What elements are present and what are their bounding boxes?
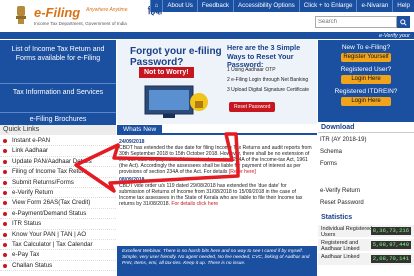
quick-links-list: Instant e-PAN Link Aadhaar Update PAN/Aa… bbox=[0, 136, 116, 272]
download-item[interactable]: ITR (AY 2018-19) bbox=[320, 137, 366, 143]
quick-link-epay-tax[interactable]: e-Pay Tax bbox=[0, 250, 116, 261]
download-item[interactable]: Schema bbox=[320, 149, 342, 155]
registered-user-label: Registered User? bbox=[340, 66, 392, 73]
help-link[interactable]: Help bbox=[392, 0, 414, 12]
quick-link-submit-returns[interactable]: Submit Returns/Forms bbox=[0, 178, 116, 188]
download-item[interactable]: e-Verify Return bbox=[320, 188, 360, 194]
download-header: Download bbox=[318, 124, 414, 133]
e-nivaran-link[interactable]: e-Nivaran bbox=[356, 0, 393, 12]
search-box bbox=[315, 16, 410, 28]
refer-here-link[interactable]: [Refer here] bbox=[229, 169, 256, 175]
bullet-icon bbox=[3, 170, 7, 175]
updates-list: 24/09/2018 CBDT has extended the due dat… bbox=[119, 139, 313, 209]
bullet-icon bbox=[3, 139, 7, 143]
bullet-icon bbox=[3, 201, 7, 206]
bullet-icon bbox=[3, 149, 7, 154]
bullet-icon bbox=[3, 232, 7, 237]
quick-link-itr-status[interactable]: ITR Status bbox=[0, 219, 116, 230]
about-us-link[interactable]: About Us bbox=[162, 0, 197, 12]
tax-info-link[interactable]: Tax Information and Services bbox=[0, 84, 116, 112]
brochures-link[interactable]: e-Filing Brochures bbox=[0, 112, 116, 126]
home-icon[interactable]: ⌂ bbox=[149, 0, 163, 12]
efiling-homepage: e-Filing Anywhere Anytime Income Tax Dep… bbox=[0, 0, 414, 276]
details-link[interactable]: For details click here bbox=[171, 201, 218, 207]
register-button[interactable]: Register Yourself bbox=[341, 53, 391, 62]
quick-links-header: Quick Links bbox=[0, 125, 116, 135]
bullet-icon bbox=[3, 222, 7, 227]
feedback-link[interactable]: Feedback bbox=[196, 0, 234, 12]
reset-password-button[interactable]: Reset Password bbox=[229, 102, 276, 112]
itr-forms-link[interactable]: List of Income Tax Return and Forms avai… bbox=[0, 40, 116, 84]
download-item[interactable]: Forms bbox=[320, 161, 337, 167]
login-button[interactable]: Login Here bbox=[341, 75, 391, 84]
updates-tabbar: Whats New bbox=[117, 125, 317, 135]
stat-value: 2,08,70,141 bbox=[370, 255, 411, 263]
banner-steps-title: Here are the 3 Simple Ways to Reset Your… bbox=[227, 43, 301, 69]
itdrein-login-button[interactable]: Login Here bbox=[341, 97, 391, 106]
bullet-icon bbox=[3, 263, 7, 268]
search-icon bbox=[400, 18, 407, 26]
scrolling-feedback: Excellent Webinar. There is no harsh bit… bbox=[117, 246, 317, 276]
department-name: Income Tax Department, Government of Ind… bbox=[34, 21, 127, 26]
bullet-icon bbox=[3, 242, 7, 247]
quick-link-link-aadhaar[interactable]: Link Aadhaar bbox=[0, 146, 116, 157]
banner-title: Forgot your e-filing Password? bbox=[130, 46, 222, 68]
quick-link-form26as[interactable]: View Form 26AS(Tax Credit) bbox=[0, 198, 116, 209]
search-input[interactable] bbox=[315, 16, 397, 28]
bullet-icon bbox=[3, 190, 7, 195]
quick-link-instant-epan[interactable]: Instant e-PAN bbox=[0, 136, 116, 147]
verify-strip[interactable]: e-Verify your bbox=[318, 33, 414, 40]
itdrein-label: Registered ITDREIN? bbox=[334, 88, 398, 95]
tab-whats-new[interactable]: Whats New bbox=[117, 125, 163, 135]
banner-worry: Not to Worry! bbox=[139, 67, 194, 78]
new-user-label: New To e-Filing? bbox=[341, 44, 391, 51]
stat-row: Aadhaar Linked 2,08,70,141 bbox=[318, 253, 414, 266]
update-item: 08/09/2018 CBDT vide order u/s 119 dated… bbox=[119, 177, 313, 207]
bullet-icon bbox=[3, 253, 7, 258]
bullet-icon bbox=[3, 159, 7, 164]
banner-step: 1 Using Aadhaar OTP bbox=[227, 67, 276, 73]
search-button[interactable] bbox=[397, 16, 410, 28]
hero-menu: List of Income Tax Return and Forms avai… bbox=[0, 40, 116, 112]
forgot-password-banner[interactable]: Forgot your e-filing Password? Not to Wo… bbox=[117, 40, 317, 124]
quick-link-update-pan[interactable]: Update PAN/Aadhaar Details bbox=[0, 157, 116, 168]
bullet-icon bbox=[3, 180, 7, 185]
utility-bar: ⌂ About Us Feedback Accessibility Option… bbox=[0, 0, 414, 12]
stat-value: 5,08,97,440 bbox=[370, 241, 411, 249]
bullet-icon bbox=[3, 211, 7, 216]
statistics-header: Statistics bbox=[321, 214, 353, 221]
quick-link-challan-status[interactable]: Challan Status bbox=[0, 261, 116, 272]
quick-link-know-pan[interactable]: Know Your PAN | TAN | AO bbox=[0, 230, 116, 240]
stat-row: Individual Registered Users 8,36,73,216 bbox=[318, 225, 414, 238]
banner-step: 2 e-Filing Login through Net Banking bbox=[227, 77, 309, 83]
login-panel: New To e-Filing? Register Yourself Regis… bbox=[318, 40, 414, 122]
update-item: 24/09/2018 CBDT has extended the due dat… bbox=[119, 139, 313, 175]
update-text: CBDT has extended the due date for filin… bbox=[119, 145, 312, 175]
stat-row: Registered and Aadhaar Linked 5,08,97,440 bbox=[318, 239, 414, 252]
download-item[interactable]: Reset Password bbox=[320, 200, 364, 206]
enlarge-link[interactable]: Click + to Enlarge bbox=[298, 0, 357, 12]
monitor-icon bbox=[144, 85, 208, 118]
stat-value: 8,36,73,216 bbox=[370, 227, 411, 235]
banner-step: 3 Upload Digital Signature Certificate bbox=[227, 87, 309, 93]
quick-link-epayment[interactable]: e-Payment/Demand Status bbox=[0, 209, 116, 220]
quick-link-everify[interactable]: e-Verify Return bbox=[0, 188, 116, 199]
accessibility-link[interactable]: Accessibility Options bbox=[233, 0, 299, 12]
quick-link-tax-calculator[interactable]: Tax Calculator | Tax Calendar bbox=[0, 240, 116, 251]
quick-link-filing-itr[interactable]: Filing of Income Tax Return bbox=[0, 167, 116, 178]
